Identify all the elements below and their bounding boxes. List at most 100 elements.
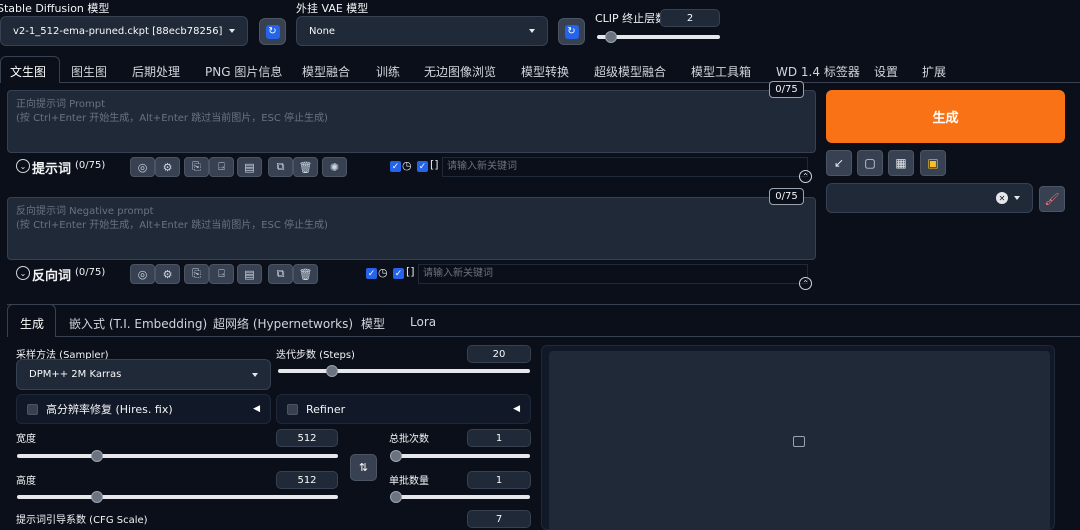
arrow-icon[interactable]: ↙ bbox=[826, 150, 852, 176]
subtab-2[interactable]: 超网络 (Hypernetworks) bbox=[213, 315, 353, 332]
batch-size-input[interactable]: 1 bbox=[467, 471, 531, 489]
height-slider[interactable] bbox=[17, 491, 338, 503]
globe-icon[interactable]: ◎ bbox=[130, 264, 155, 284]
gear-icon[interactable]: ⚙ bbox=[155, 157, 180, 177]
vae-refresh-button[interactable]: ↻ bbox=[558, 18, 585, 45]
tab-6[interactable]: 无边图像浏览 bbox=[424, 63, 496, 80]
width-slider[interactable] bbox=[17, 450, 338, 462]
batch-count-slider[interactable] bbox=[390, 450, 530, 462]
hires-accordion[interactable]: 高分辨率修复 (Hires. fix) ◀ bbox=[16, 394, 271, 424]
negative-checkbox-2[interactable]: ✓ bbox=[393, 268, 404, 279]
book-icon[interactable]: ▤ bbox=[237, 264, 262, 284]
clear-icon[interactable]: ⎘ bbox=[184, 264, 209, 284]
batch-size-slider-thumb[interactable] bbox=[390, 491, 402, 503]
cfg-input[interactable]: 7 bbox=[467, 510, 531, 528]
subtab-1[interactable]: 嵌入式 (T.I. Embedding) bbox=[69, 315, 207, 332]
height-label: 高度 bbox=[16, 476, 36, 487]
tab-11[interactable]: 设置 bbox=[874, 63, 898, 80]
refiner-accordion[interactable]: Refiner ◀ bbox=[276, 394, 531, 424]
chevron-up-icon[interactable]: ⌃ bbox=[799, 277, 812, 290]
tabs-underline bbox=[60, 82, 1080, 83]
vae-value: None bbox=[309, 25, 336, 37]
negative-token-counter: 0/75 bbox=[769, 188, 804, 205]
steps-slider[interactable] bbox=[278, 365, 530, 377]
bracket-icon: [] bbox=[406, 265, 415, 278]
height-slider-thumb[interactable] bbox=[91, 491, 103, 503]
steps-slider-thumb[interactable] bbox=[326, 365, 338, 377]
generate-button[interactable]: 生成 bbox=[826, 90, 1065, 143]
tab-7[interactable]: 模型转换 bbox=[521, 63, 569, 80]
square-icon[interactable]: ▢ bbox=[857, 150, 883, 176]
brush-icon[interactable]: 🖌 bbox=[1039, 186, 1065, 212]
tab-3[interactable]: PNG 图片信息 bbox=[205, 63, 282, 80]
tab-4[interactable]: 模型融合 bbox=[302, 63, 350, 80]
batch-count-input[interactable]: 1 bbox=[467, 429, 531, 447]
sampler-select[interactable]: DPM++ 2M Karras bbox=[16, 359, 271, 390]
style-select[interactable]: ✕ bbox=[826, 183, 1033, 213]
trash-icon[interactable]: 🗑 bbox=[293, 157, 318, 177]
steps-input[interactable]: 20 bbox=[467, 345, 531, 363]
model-refresh-button[interactable]: ↻ bbox=[259, 18, 286, 45]
tab-1[interactable]: 图生图 bbox=[71, 63, 107, 80]
chevron-down-icon bbox=[529, 29, 535, 33]
tab-5[interactable]: 训练 bbox=[376, 63, 400, 80]
chevron-up-icon[interactable]: ⌃ bbox=[799, 170, 812, 183]
tab-10[interactable]: WD 1.4 标签器 bbox=[776, 63, 860, 80]
gear-icon[interactable]: ⚙ bbox=[155, 264, 180, 284]
subtabs-underline bbox=[56, 336, 1080, 337]
prompt-token-counter: 0/75 bbox=[769, 81, 804, 98]
sampler-value: DPM++ 2M Karras bbox=[29, 369, 122, 380]
chevron-down-icon[interactable]: ⌄ bbox=[16, 266, 30, 280]
batch-count-label: 总批次数 bbox=[389, 434, 429, 445]
tab-2[interactable]: 后期处理 bbox=[132, 63, 180, 80]
subtab-4[interactable]: Lora bbox=[410, 315, 436, 329]
prompt-checkbox-1[interactable]: ✓ bbox=[390, 161, 401, 172]
height-input[interactable]: 512 bbox=[276, 471, 338, 489]
prompt-keyword-input[interactable]: 请输入新关键词 bbox=[442, 157, 808, 177]
refiner-checkbox[interactable] bbox=[287, 403, 298, 415]
copy-icon[interactable]: ⧉ bbox=[268, 157, 293, 177]
paste-icon[interactable]: ⍈ bbox=[209, 157, 234, 177]
vae-select[interactable]: None bbox=[296, 16, 548, 46]
book-icon[interactable]: ▤ bbox=[237, 157, 262, 177]
width-input[interactable]: 512 bbox=[276, 429, 338, 447]
tab-8[interactable]: 超级模型融合 bbox=[594, 63, 666, 80]
chevron-down-icon[interactable]: ⌄ bbox=[16, 159, 30, 173]
tab-0[interactable]: 文生图 bbox=[10, 63, 46, 80]
tab-9[interactable]: 模型工具箱 bbox=[691, 63, 751, 80]
batch-size-slider[interactable] bbox=[390, 491, 530, 503]
clock-icon: ◷ bbox=[378, 266, 388, 279]
steps-label: 迭代步数 (Steps) bbox=[276, 350, 355, 361]
swap-dimensions-button[interactable]: ⇅ bbox=[350, 454, 377, 481]
tab-12[interactable]: 扩展 bbox=[922, 63, 946, 80]
clipboard-icon[interactable]: ▣ bbox=[920, 150, 946, 176]
paste-icon[interactable]: ⍈ bbox=[209, 264, 234, 284]
negative-checkbox-1[interactable]: ✓ bbox=[366, 268, 377, 279]
clear-selection-icon[interactable]: ✕ bbox=[996, 192, 1008, 204]
clear-icon[interactable]: ⎘ bbox=[184, 157, 209, 177]
globe-icon[interactable]: ◎ bbox=[130, 157, 155, 177]
openai-icon[interactable]: ✺ bbox=[322, 157, 347, 177]
clip-input[interactable]: 2 bbox=[660, 9, 720, 27]
prompt-textarea[interactable]: 正向提示词 Prompt (按 Ctrl+Enter 开始生成，Alt+Ente… bbox=[7, 90, 816, 153]
subtab-0[interactable]: 生成 bbox=[20, 315, 44, 332]
subtab-3[interactable]: 模型 bbox=[361, 315, 385, 332]
chevron-down-icon bbox=[252, 372, 258, 377]
prompt-checkbox-2[interactable]: ✓ bbox=[417, 161, 428, 172]
refresh-icon: ↻ bbox=[265, 24, 280, 39]
clip-label: CLIP 终止层数 bbox=[595, 12, 667, 25]
clip-slider[interactable] bbox=[597, 31, 720, 43]
hires-checkbox[interactable] bbox=[27, 403, 38, 415]
prompt-count: (0/75) bbox=[75, 160, 106, 171]
batch-count-slider-thumb[interactable] bbox=[390, 450, 402, 462]
basket-icon[interactable]: ▦ bbox=[888, 150, 914, 176]
model-select[interactable]: v2-1_512-ema-pruned.ckpt [88ecb78256] bbox=[0, 16, 248, 46]
prompt-placeholder-1: 正向提示词 Prompt bbox=[16, 99, 106, 110]
trash-icon[interactable]: 🗑 bbox=[293, 264, 318, 284]
negative-textarea[interactable]: 反向提示词 Negative prompt (按 Ctrl+Enter 开始生成… bbox=[7, 197, 816, 260]
negative-keyword-input[interactable]: 请输入新关键词 bbox=[418, 264, 808, 284]
width-slider-thumb[interactable] bbox=[91, 450, 103, 462]
copy-icon[interactable]: ⧉ bbox=[268, 264, 293, 284]
prompt-title: 提示词 bbox=[32, 162, 72, 177]
clip-slider-thumb[interactable] bbox=[605, 31, 617, 43]
